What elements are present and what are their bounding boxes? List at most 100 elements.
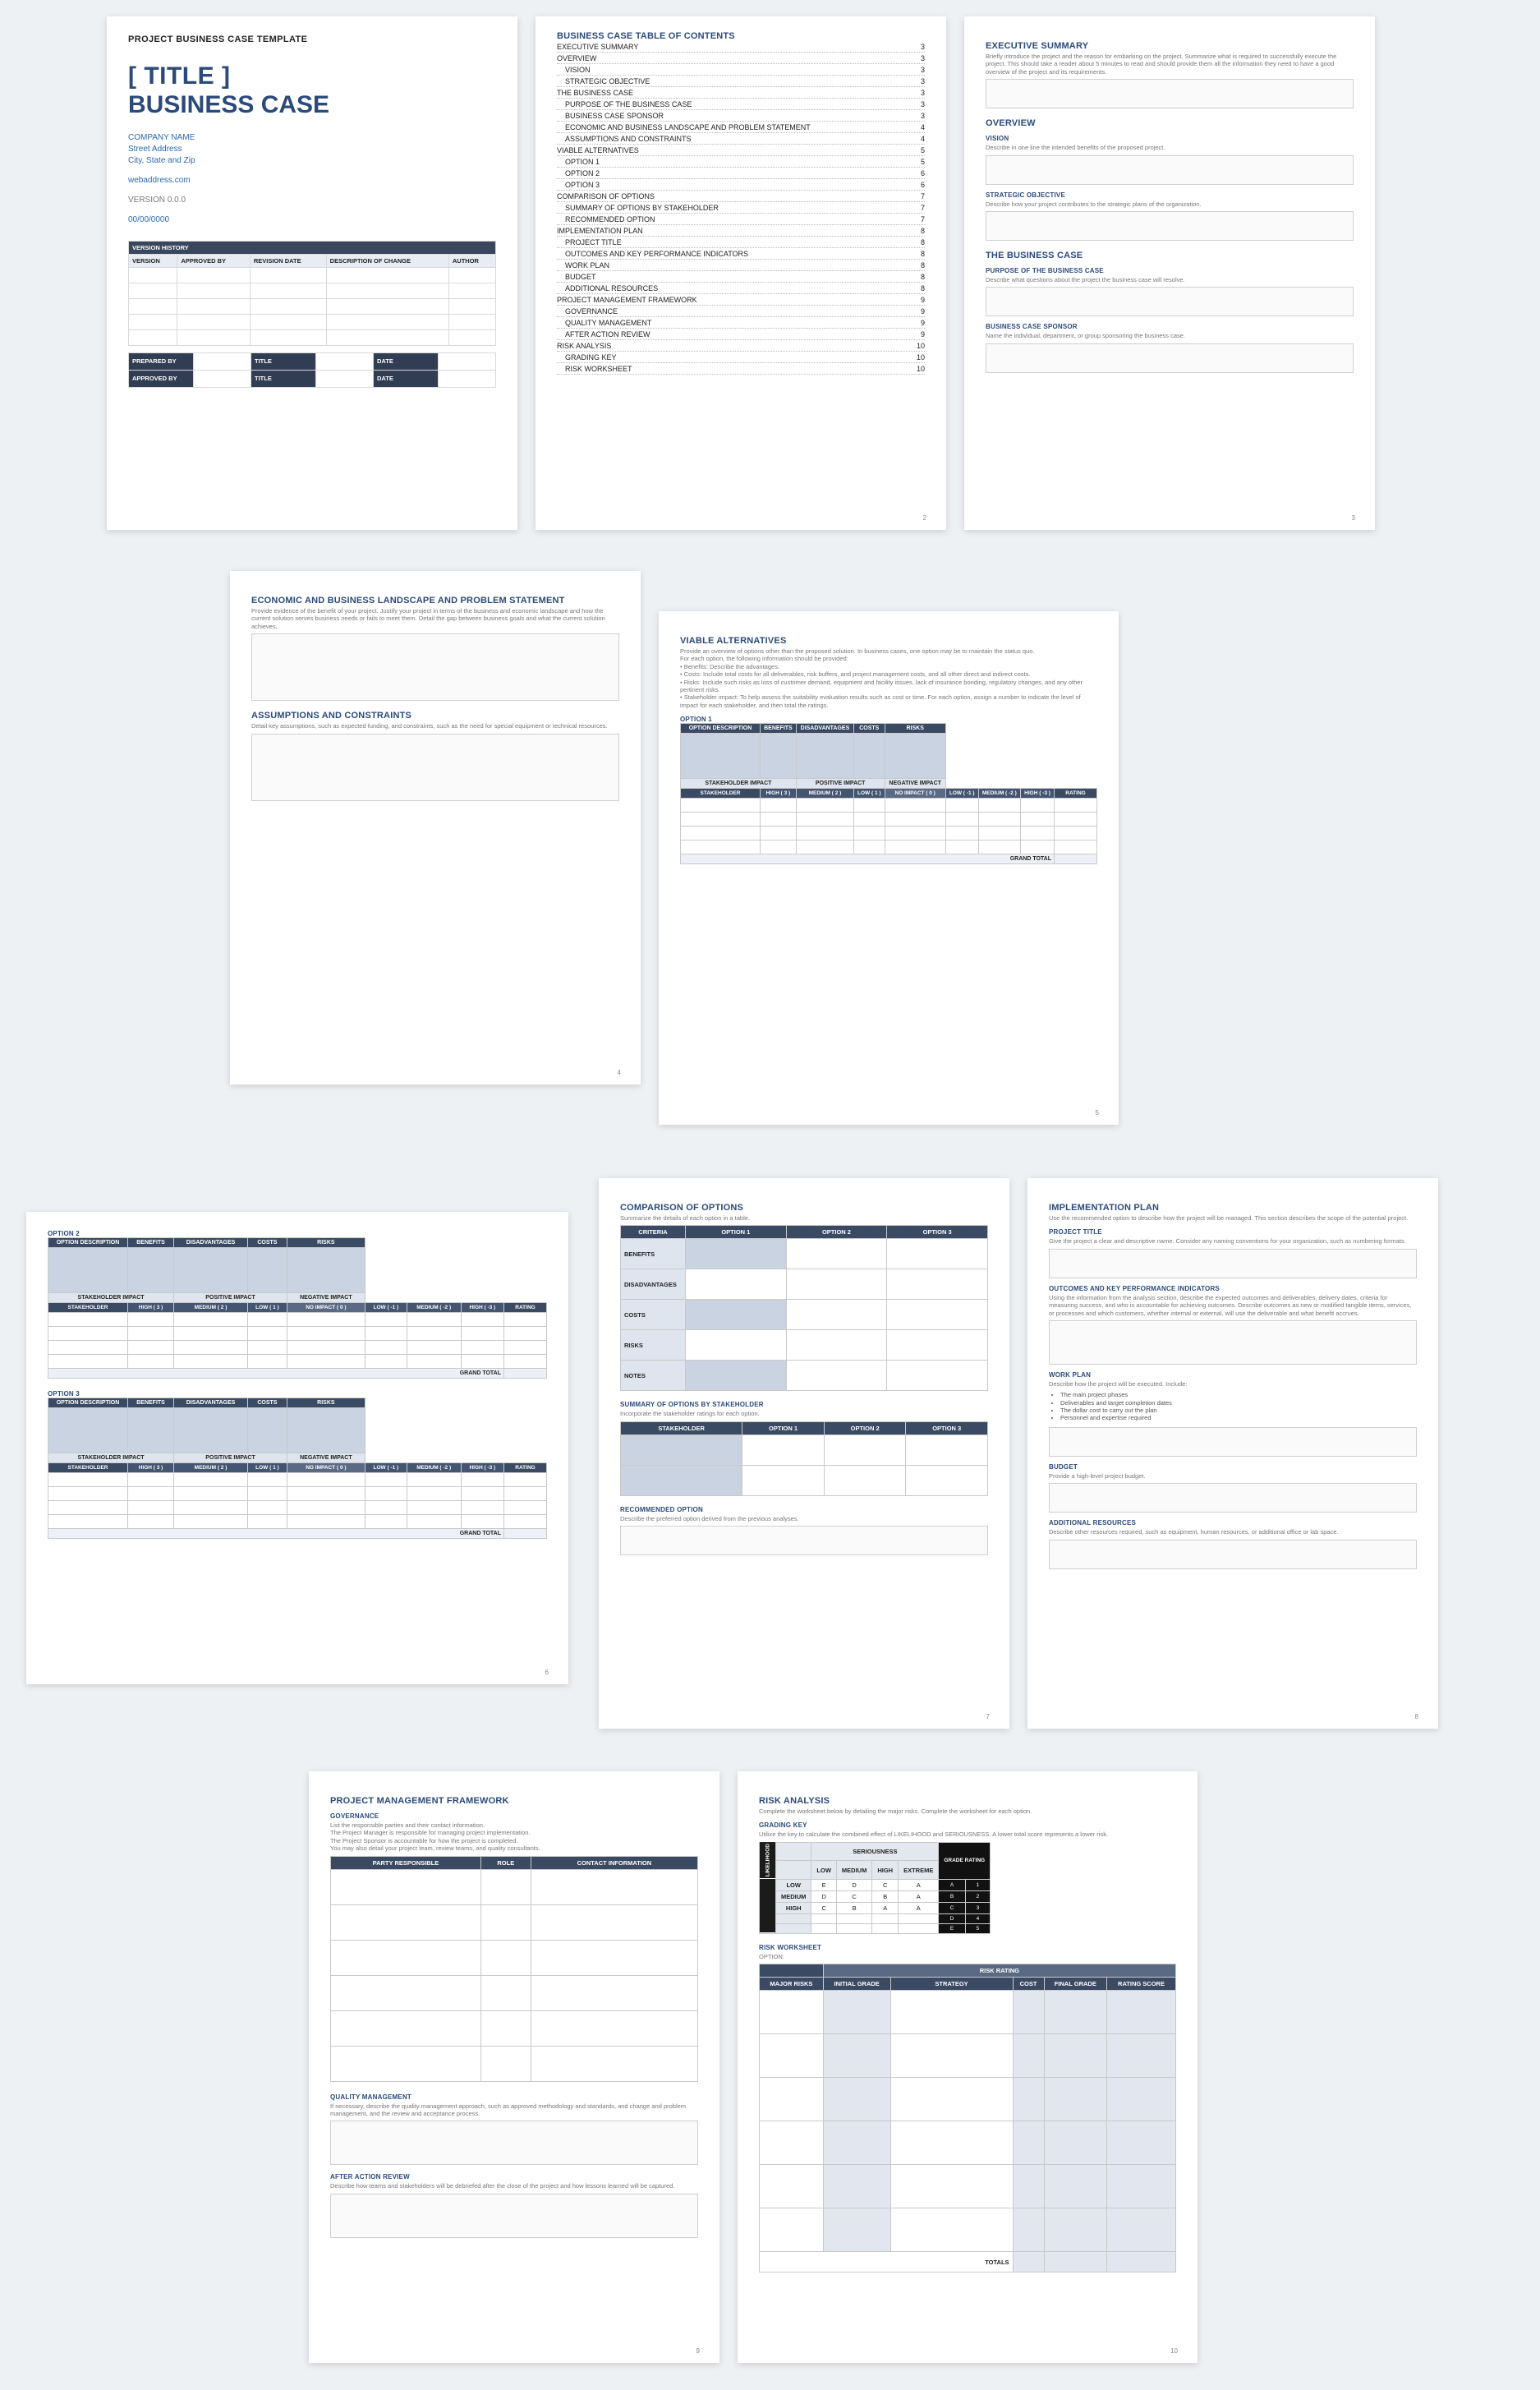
project-title-box[interactable] [1049,1249,1417,1278]
toc-entry[interactable]: BUDGET8 [557,271,925,283]
vision-box[interactable] [986,155,1354,185]
toc-entry[interactable]: WORK PLAN8 [557,260,925,271]
toc-title: BUSINESS CASE TABLE OF CONTENTS [557,31,925,41]
comparison-h: COMPARISON OF OPTIONS [620,1203,988,1213]
option2-table: OPTION DESCRIPTIONBENEFITSDISADVANTAGESC… [48,1237,547,1379]
summary-table: STAKEHOLDER OPTION 1 OPTION 2 OPTION 3 [620,1421,988,1496]
toc-entry[interactable]: PROJECT TITLE8 [557,237,925,248]
toc-entry[interactable]: SUMMARY OF OPTIONS BY STAKEHOLDER7 [557,202,925,214]
sponsor-box[interactable] [986,343,1354,373]
toc-entry[interactable]: GRADING KEY10 [557,352,925,363]
workplan-h: WORK PLAN [1049,1371,1417,1379]
page-4: ECONOMIC AND BUSINESS LANDSCAPE AND PROB… [230,571,641,1084]
assumptions-h: ASSUMPTIONS AND CONSTRAINTS [251,711,619,721]
alternatives-h: VIABLE ALTERNATIVES [680,636,1097,646]
page-number: 9 [696,2347,700,2355]
vh-col: AUTHOR [448,254,495,267]
company-meta: COMPANY NAME Street Address City, State … [128,132,517,226]
aar-h: AFTER ACTION REVIEW [330,2173,698,2180]
risk-worksheet-table: RISK RATING MAJOR RISKS INITIAL GRADE ST… [759,1964,1176,2273]
vh-title: VERSION HISTORY [129,241,496,254]
page-number: 5 [1096,1109,1099,1117]
toc-entry[interactable]: OVERVIEW3 [557,53,925,64]
kpi-box[interactable] [1049,1320,1417,1365]
signoff-table: PREPARED BYTITLEDATE APPROVED BYTITLEDAT… [128,352,496,388]
toc-entry[interactable]: RECOMMENDED OPTION7 [557,214,925,225]
impl-plan-h: IMPLEMENTATION PLAN [1049,1203,1417,1213]
toc-entry[interactable]: COMPARISON OF OPTIONS7 [557,191,925,202]
grading-key-table: LIKELIHOODSERIOUSNESSGRADE RATING LOW ME… [759,1842,991,1934]
date: 00/00/0000 [128,214,517,226]
toc-entry[interactable]: STRATEGIC OBJECTIVE3 [557,76,925,87]
page-7: COMPARISON OF OPTIONS Summarize the deta… [599,1178,1009,1729]
workplan-box[interactable] [1049,1427,1417,1457]
quality-box[interactable] [330,2121,698,2165]
toc-entry[interactable]: RISK WORKSHEET10 [557,363,925,375]
toc-entry[interactable]: THE BUSINESS CASE3 [557,87,925,99]
budget-box[interactable] [1049,1483,1417,1513]
toc-entry[interactable]: ASSUMPTIONS AND CONSTRAINTS4 [557,133,925,145]
page-1: PROJECT BUSINESS CASE TEMPLATE [ TITLE ]… [107,16,517,530]
toc-entry[interactable]: GOVERNANCE9 [557,306,925,317]
recommended-box[interactable] [620,1526,988,1555]
page-8: IMPLEMENTATION PLAN Use the recommended … [1027,1178,1438,1729]
toc-entry[interactable]: ADDITIONAL RESOURCES8 [557,283,925,294]
doc-title: [ TITLE ] [128,62,517,91]
budget-h: BUDGET [1049,1463,1417,1471]
page-number: 6 [545,1669,549,1676]
doc-subtitle: BUSINESS CASE [128,91,517,119]
toc-entry[interactable]: IMPLEMENTATION PLAN8 [557,225,925,237]
option1-table: OPTION DESCRIPTIONBENEFITSDISADVANTAGESC… [680,723,1097,864]
sponsor-h: BUSINESS CASE SPONSOR [986,323,1354,330]
toc-entry[interactable]: QUALITY MANAGEMENT9 [557,317,925,329]
page-number: 10 [1170,2347,1178,2355]
toc-entry[interactable]: RISK ANALYSIS10 [557,340,925,352]
toc-entry[interactable]: PROJECT MANAGEMENT FRAMEWORK9 [557,294,925,306]
web-url[interactable]: webaddress.com [128,176,191,185]
strategic-box[interactable] [986,211,1354,241]
project-title-h: PROJECT TITLE [1049,1228,1417,1236]
exec-summary-h: EXECUTIVE SUMMARY [986,41,1354,51]
aar-box[interactable] [330,2194,698,2238]
toc-entry[interactable]: VISION3 [557,64,925,76]
version: VERSION 0.0.0 [128,195,517,206]
toc-entry[interactable]: OUTCOMES AND KEY PERFORMANCE INDICATORS8 [557,248,925,260]
toc-entry[interactable]: VIABLE ALTERNATIVES5 [557,145,925,156]
resources-box[interactable] [1049,1540,1417,1569]
kpi-h: OUTCOMES AND KEY PERFORMANCE INDICATORS [1049,1285,1417,1292]
toc-entry[interactable]: BUSINESS CASE SPONSOR3 [557,110,925,122]
vh-col: VERSION [129,254,177,267]
landscape-box[interactable] [251,633,619,701]
comparison-table: CRITERIA OPTION 1 OPTION 2 OPTION 3 BENE… [620,1225,988,1391]
overview-h: OVERVIEW [986,118,1354,128]
page-number: 4 [618,1069,621,1076]
company: COMPANY NAME [128,132,517,144]
page-number: 2 [923,514,926,522]
toc-body: EXECUTIVE SUMMARY3OVERVIEW3VISION3STRATE… [557,41,925,375]
risk-h: RISK ANALYSIS [759,1796,1176,1806]
purpose-box[interactable] [986,287,1354,316]
page-10: RISK ANALYSIS Complete the worksheet bel… [738,1771,1198,2363]
doc-kicker: PROJECT BUSINESS CASE TEMPLATE [128,35,517,44]
pmf-h: PROJECT MANAGEMENT FRAMEWORK [330,1796,698,1806]
toc-entry[interactable]: AFTER ACTION REVIEW9 [557,329,925,340]
toc-entry[interactable]: OPTION 26 [557,168,925,179]
governance-table: PARTY RESPONSIBLE ROLE CONTACT INFORMATI… [330,1856,698,2082]
option3-table: OPTION DESCRIPTIONBENEFITSDISADVANTAGESC… [48,1398,547,1539]
toc-entry[interactable]: OPTION 15 [557,156,925,168]
vh-col: DESCRIPTION OF CHANGE [326,254,448,267]
page-3: EXECUTIVE SUMMARY Briefly introduce the … [964,16,1375,530]
assumptions-box[interactable] [251,734,619,801]
toc-entry[interactable]: ECONOMIC AND BUSINESS LANDSCAPE AND PROB… [557,122,925,133]
hint: Briefly introduce the project and the re… [986,53,1354,76]
toc-entry[interactable]: EXECUTIVE SUMMARY3 [557,41,925,53]
page-5: VIABLE ALTERNATIVES Provide an overview … [659,611,1119,1125]
prepared-by-label: PREPARED BY [129,352,194,370]
toc-entry[interactable]: PURPOSE OF THE BUSINESS CASE3 [557,99,925,110]
governance-h: GOVERNANCE [330,1812,698,1820]
exec-summary-box[interactable] [986,79,1354,108]
option1-h: OPTION 1 [680,716,1097,723]
resources-h: ADDITIONAL RESOURCES [1049,1519,1417,1527]
purpose-h: PURPOSE OF THE BUSINESS CASE [986,267,1354,274]
toc-entry[interactable]: OPTION 36 [557,179,925,191]
